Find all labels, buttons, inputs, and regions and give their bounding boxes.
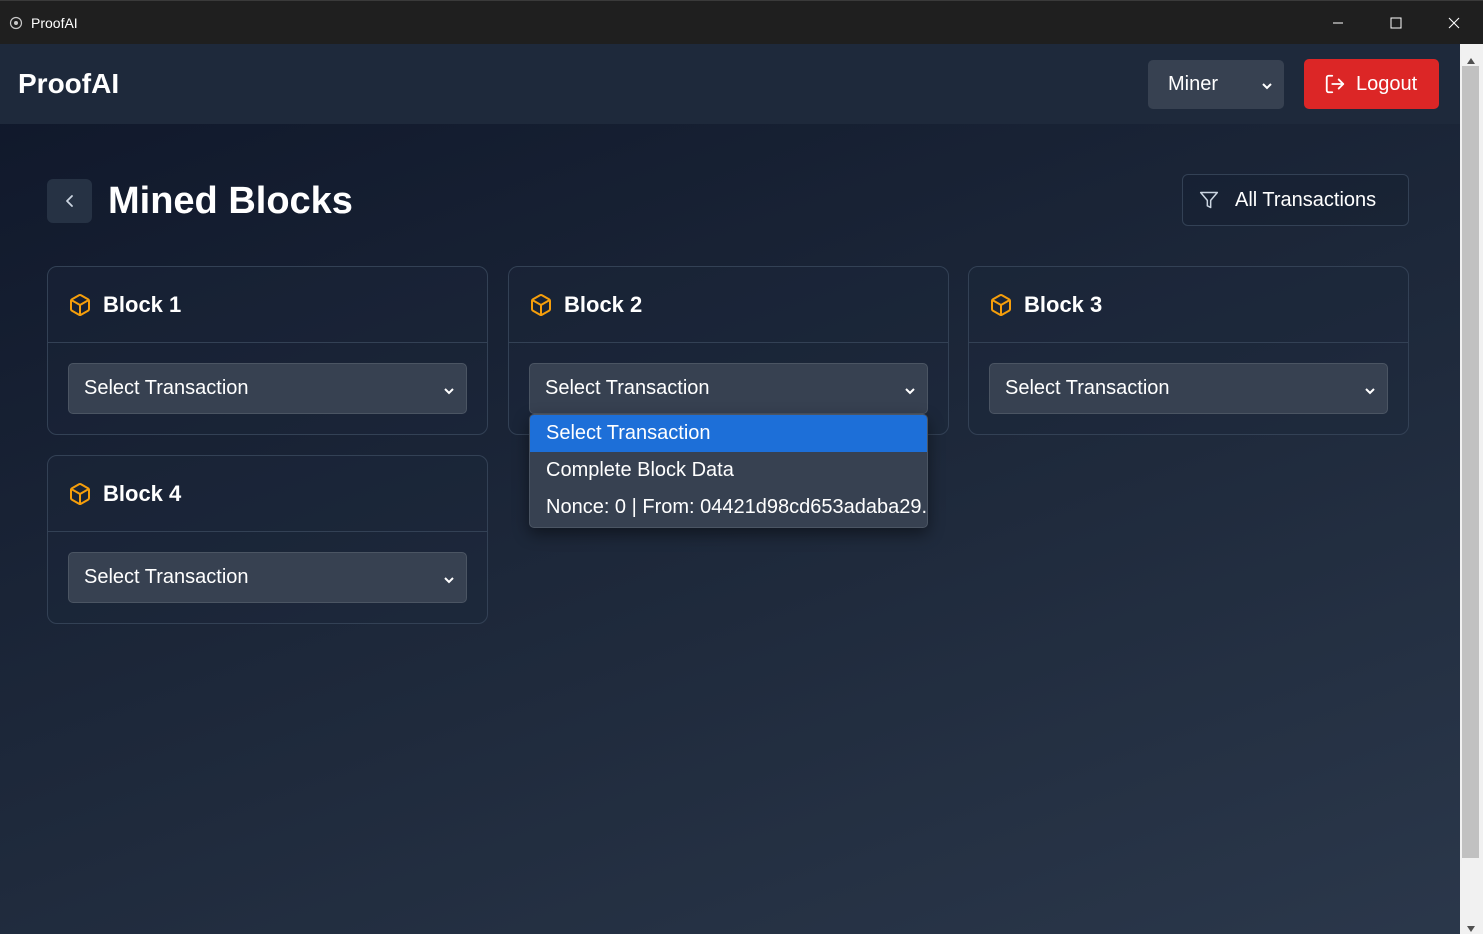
vertical-scrollbar[interactable] [1460,44,1483,934]
block-card: Block 2 Select Transaction [508,266,949,435]
scrollbar-thumb[interactable] [1462,66,1479,858]
app-icon [8,15,24,31]
chevron-down-icon [442,570,456,593]
block-card-header: Block 4 [48,456,487,532]
back-button[interactable] [47,179,92,223]
chevron-left-icon [65,195,73,207]
block-card: Block 4 Select Transaction [47,455,488,624]
block-title: Block 4 [103,480,182,506]
transaction-select[interactable]: Select Transaction [68,363,467,414]
window-title: ProofAI [31,14,78,31]
cube-icon [68,482,92,506]
transaction-select[interactable]: Select Transaction [989,363,1388,414]
cube-icon [529,293,553,317]
logout-label: Logout [1356,72,1418,95]
block-title: Block 2 [564,291,643,317]
dropdown-option[interactable]: Nonce: 0 | From: 04421d98cd653adaba29... [530,489,927,526]
cube-icon [68,293,92,317]
close-icon [1448,17,1460,29]
brand-logo: ProofAI [18,68,120,99]
chevron-down-icon [1260,76,1274,99]
filter-icon [1199,190,1219,210]
transaction-select[interactable]: Select Transaction [529,363,928,414]
filter-label: All Transactions [1235,188,1377,211]
block-card-header: Block 1 [48,267,487,343]
block-card-header: Block 3 [969,267,1408,343]
transaction-select-value: Select Transaction [84,377,249,399]
chevron-down-icon [1363,381,1377,404]
block-title: Block 3 [1024,291,1103,317]
transaction-select[interactable]: Select Transaction [68,552,467,603]
minimize-button[interactable] [1309,1,1367,45]
maximize-icon [1390,17,1402,29]
chevron-down-icon [442,381,456,404]
navbar: ProofAI Miner Logout [0,44,1460,124]
dropdown-option[interactable]: Complete Block Data [530,452,927,489]
transaction-dropdown-list: Select Transaction Complete Block Data N… [529,414,928,528]
transaction-select-value: Select Transaction [1005,377,1170,399]
role-select-value: Miner [1168,73,1219,95]
chevron-down-icon [903,381,917,404]
page-title: Mined Blocks [108,180,353,222]
transaction-select-value: Select Transaction [545,377,710,399]
minimize-icon [1333,22,1343,24]
window-titlebar: ProofAI [0,0,1483,44]
close-window-button[interactable] [1425,1,1483,45]
maximize-button[interactable] [1367,1,1425,45]
app-content: ProofAI Miner Logout Mined Blocks All Tr… [0,44,1460,934]
block-card: Block 1 Select Transaction [47,266,488,435]
logout-button[interactable]: Logout [1304,59,1439,109]
scroll-down-icon[interactable] [1466,920,1476,934]
block-title: Block 1 [103,291,182,317]
cube-icon [989,293,1013,317]
window-controls [1309,1,1483,45]
role-select[interactable]: Miner [1148,60,1284,109]
filter-button[interactable]: All Transactions [1182,174,1409,226]
block-card-header: Block 2 [509,267,948,343]
block-card: Block 3 Select Transaction [968,266,1409,435]
transaction-select-value: Select Transaction [84,566,249,588]
logout-icon [1324,73,1346,95]
dropdown-option[interactable]: Select Transaction [530,415,927,452]
